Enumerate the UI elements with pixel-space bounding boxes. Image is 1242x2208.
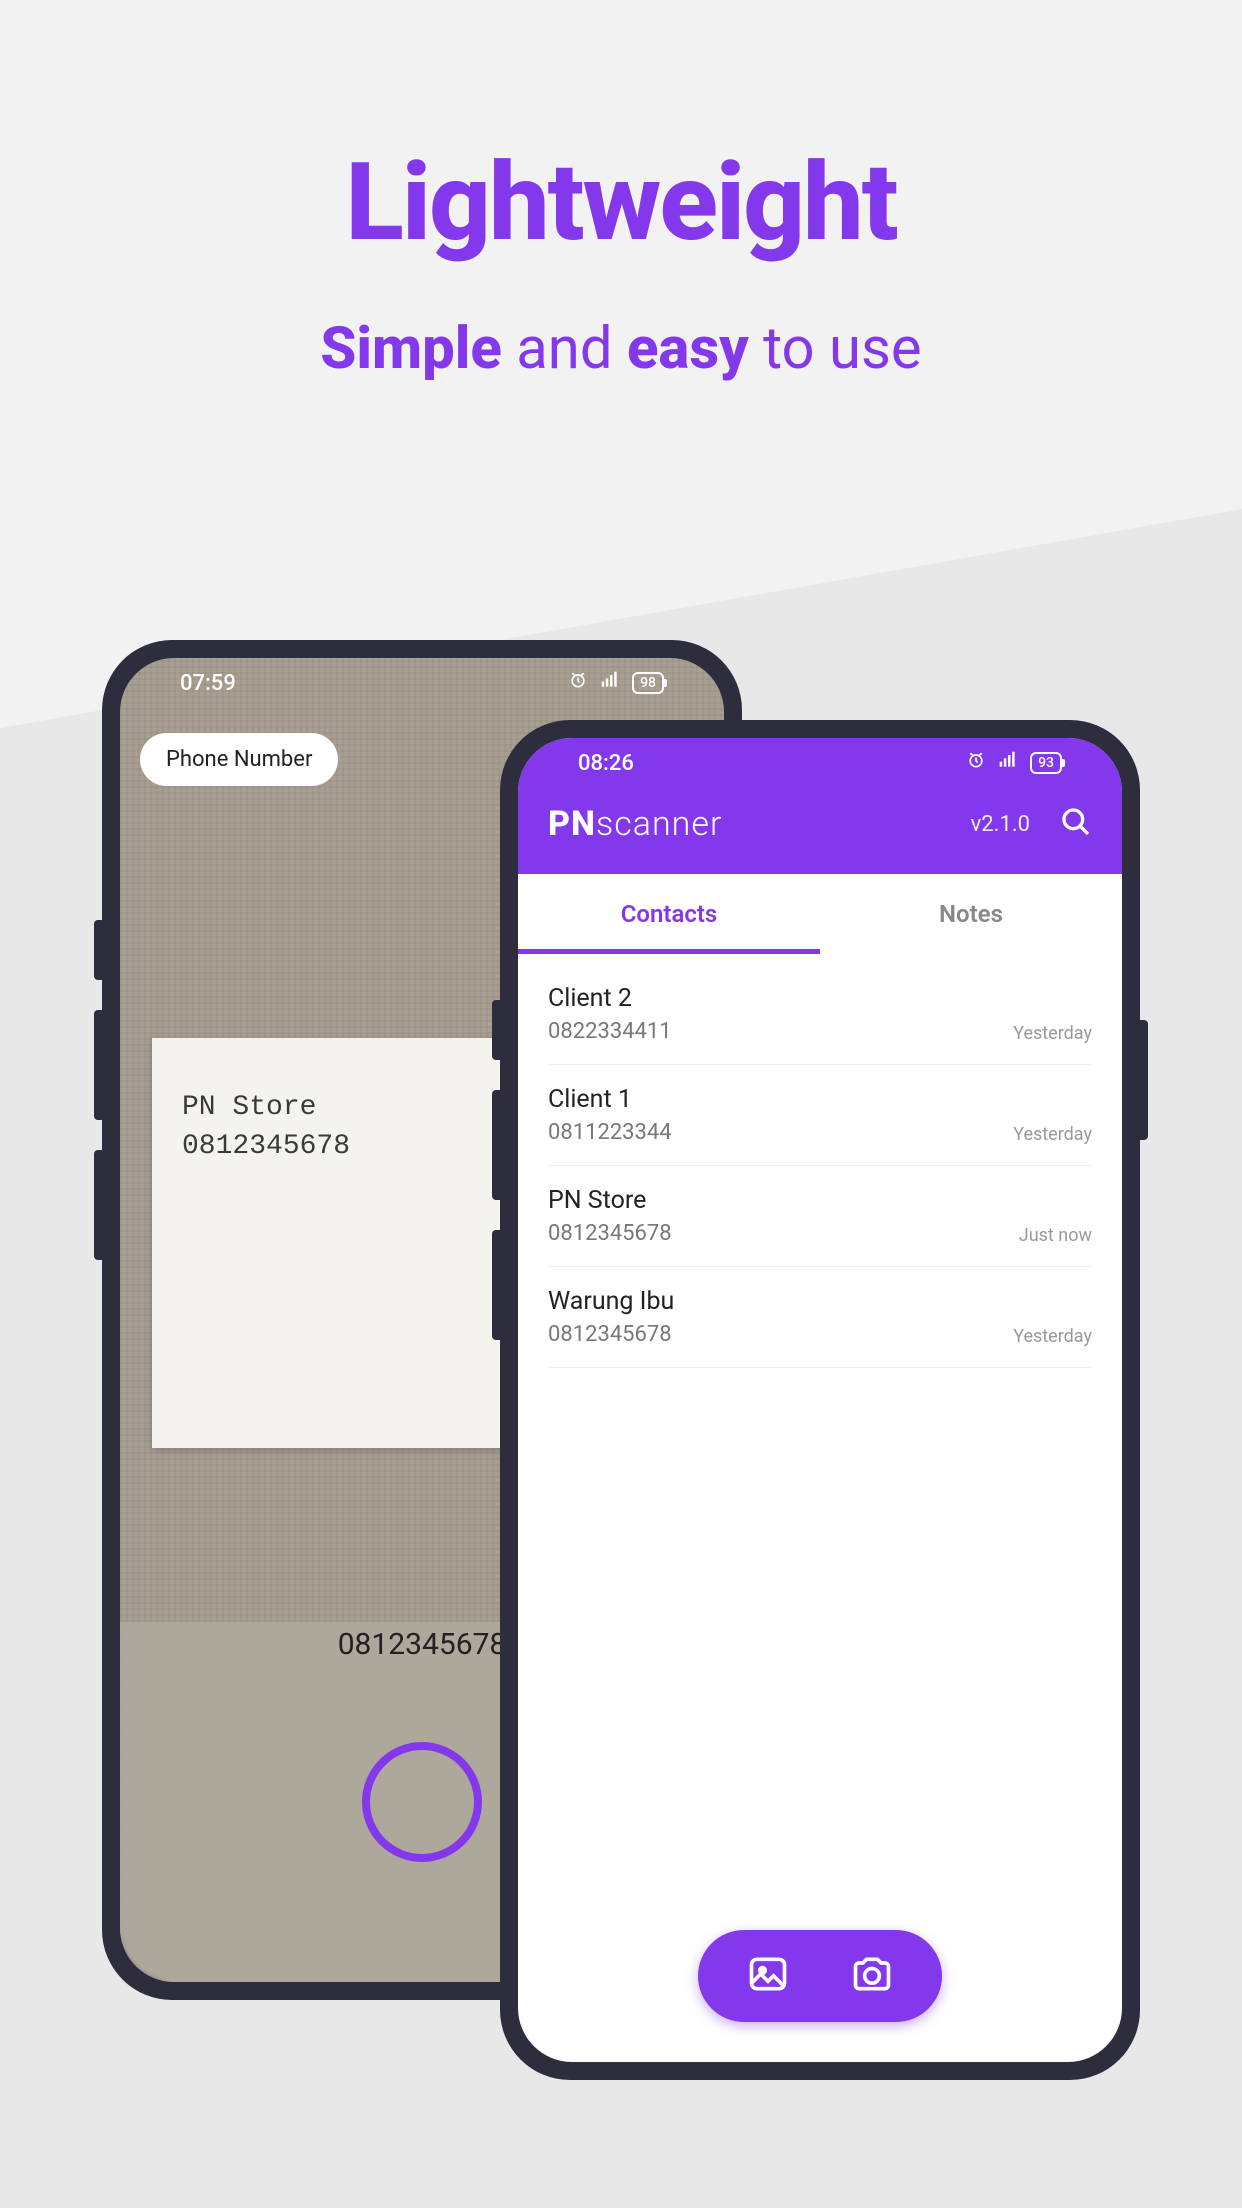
contact-phone: 0811223344 xyxy=(548,1120,672,1145)
subhead-bold2: easy xyxy=(627,315,749,383)
phone-side-button xyxy=(492,1090,500,1200)
app-title-bold: PN xyxy=(548,804,596,844)
contact-time: Yesterday xyxy=(1013,1326,1092,1347)
receipt-phone: 0812345678 xyxy=(182,1127,522,1166)
marketing-subhead: Simple and easy to use xyxy=(0,315,1242,383)
app-title-thin: scanner xyxy=(596,804,722,844)
subhead-light1: and xyxy=(502,315,627,383)
phone-side-button xyxy=(492,1000,500,1060)
app-header: 08:26 93 PNscanner v2.1.0 xyxy=(518,738,1122,874)
contacts-screen: 08:26 93 PNscanner v2.1.0 xyxy=(518,738,1122,2062)
tab-contacts[interactable]: Contacts xyxy=(518,874,820,954)
contact-time: Just now xyxy=(1019,1225,1092,1246)
list-item[interactable]: Warung Ibu 0812345678 Yesterday xyxy=(548,1267,1092,1368)
phone-side-button xyxy=(94,1150,102,1260)
app-version: v2.1.0 xyxy=(971,812,1030,837)
subhead-light2: to use xyxy=(749,315,922,383)
camera-icon[interactable] xyxy=(850,1952,894,2000)
contact-name: Client 2 xyxy=(548,984,672,1013)
search-icon[interactable] xyxy=(1060,806,1092,842)
status-time: 08:26 xyxy=(578,751,634,776)
status-bar: 08:26 93 xyxy=(518,738,1122,788)
shutter-button[interactable] xyxy=(362,1742,482,1862)
tab-notes[interactable]: Notes xyxy=(820,874,1122,954)
list-item[interactable]: Client 2 0822334411 Yesterday xyxy=(548,964,1092,1065)
contact-phone: 0822334411 xyxy=(548,1019,672,1044)
phone-contacts: 08:26 93 PNscanner v2.1.0 xyxy=(500,720,1140,2080)
battery-indicator: 98 xyxy=(632,672,664,694)
tab-bar: Contacts Notes xyxy=(518,874,1122,954)
contact-time: Yesterday xyxy=(1013,1124,1092,1145)
contact-time: Yesterday xyxy=(1013,1023,1092,1044)
signal-icon xyxy=(998,750,1018,776)
signal-icon xyxy=(600,670,620,696)
alarm-icon xyxy=(568,670,588,696)
contacts-list: Client 2 0822334411 Yesterday Client 1 0… xyxy=(518,954,1122,1378)
contact-name: Warung Ibu xyxy=(548,1287,674,1316)
phone-side-button xyxy=(492,1230,500,1340)
status-icons: 93 xyxy=(966,750,1062,776)
gallery-icon[interactable] xyxy=(746,1952,790,2000)
app-title: PNscanner xyxy=(548,804,722,844)
title-bar-right: v2.1.0 xyxy=(971,806,1092,842)
phone-side-button xyxy=(94,1010,102,1120)
status-time: 07:59 xyxy=(180,671,236,696)
status-icons: 98 xyxy=(568,670,664,696)
list-item[interactable]: Client 1 0811223344 Yesterday xyxy=(548,1065,1092,1166)
contact-phone: 0812345678 xyxy=(548,1322,674,1347)
marketing-headline: Lightweight xyxy=(0,140,1242,266)
title-bar: PNscanner v2.1.0 xyxy=(518,788,1122,854)
battery-indicator: 93 xyxy=(1030,752,1062,774)
scan-mode-chip[interactable]: Phone Number xyxy=(140,733,338,786)
phone-side-button xyxy=(94,920,102,980)
subhead-bold1: Simple xyxy=(320,315,502,383)
contact-phone: 0812345678 xyxy=(548,1221,672,1246)
fab-action-bar xyxy=(698,1930,942,2022)
receipt-name: PN Store xyxy=(182,1088,522,1127)
list-item[interactable]: PN Store 0812345678 Just now xyxy=(548,1166,1092,1267)
status-bar: 07:59 98 xyxy=(120,658,724,708)
contact-name: PN Store xyxy=(548,1186,672,1215)
alarm-icon xyxy=(966,750,986,776)
phone-side-button xyxy=(1140,1020,1148,1140)
contact-name: Client 1 xyxy=(548,1085,672,1114)
